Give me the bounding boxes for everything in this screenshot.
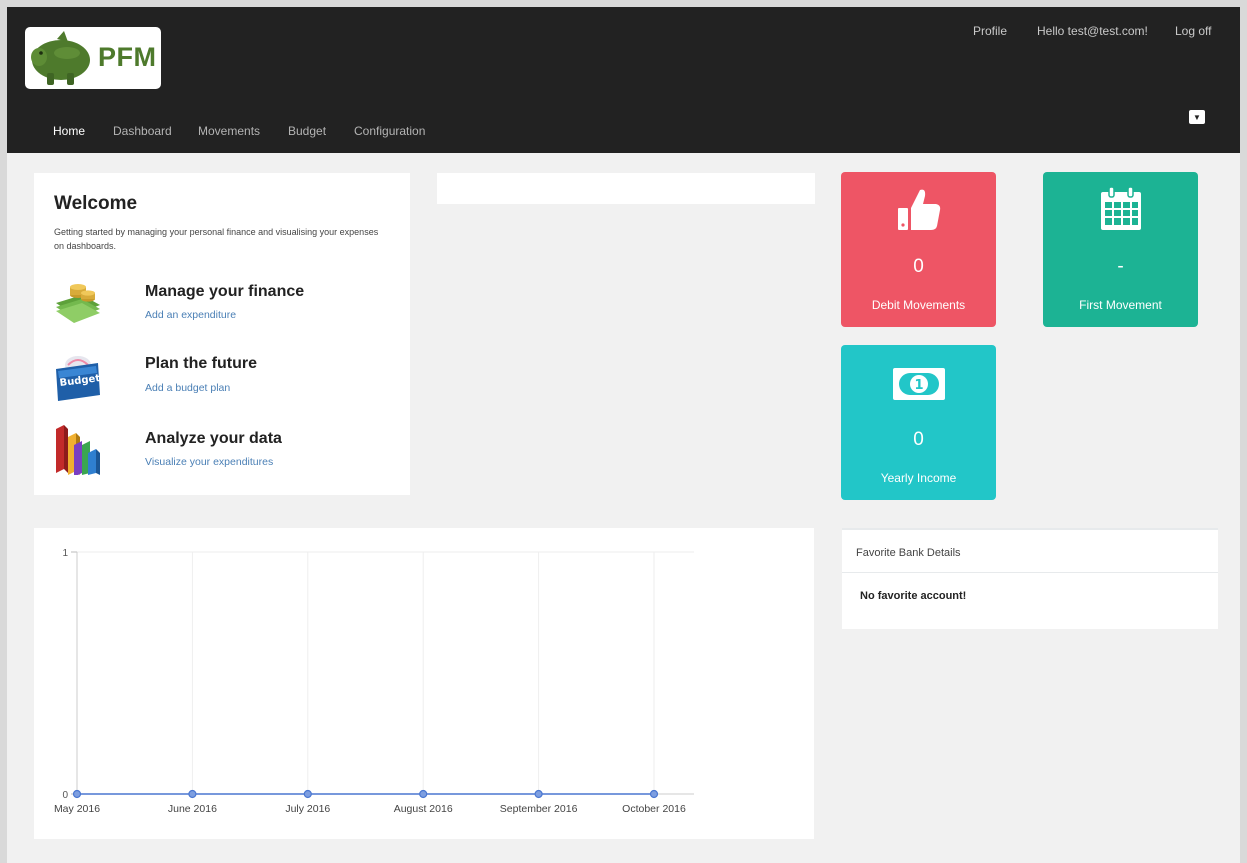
data-point <box>419 789 428 799</box>
yearly-income-value: 0 <box>913 429 924 450</box>
money-bill-icon: 1 <box>892 368 945 400</box>
movements-line-chart: 0 1 May 2016 June 2016 July 2016 August 2016 S… <box>54 548 694 815</box>
debit-movements-tile[interactable]: 0 Debit Movements <box>841 172 996 327</box>
welcome-description: Getting started by managing your persona… <box>54 227 379 251</box>
budget-folder-icon: Budget <box>56 356 101 401</box>
movements-chart-panel: 0 1 May 2016 June 2016 July 2016 August 2016 S… <box>34 528 814 839</box>
x-tick-label: October 2016 <box>622 803 686 815</box>
nav-budget[interactable]: Budget <box>288 124 326 138</box>
yearly-income-tile[interactable]: 1 0 Yearly Income <box>841 345 996 500</box>
feature-title-analyze: Analyze your data <box>145 430 282 447</box>
x-tick-label: May 2016 <box>54 803 100 815</box>
svg-text:1: 1 <box>914 378 923 393</box>
user-greeting-link[interactable]: Hello test@test.com! <box>1037 24 1148 38</box>
debit-movements-label: Debit Movements <box>871 298 966 312</box>
add-budget-plan-link[interactable]: Add a budget plan <box>145 382 230 394</box>
data-point <box>72 789 82 799</box>
x-tick-label: June 2016 <box>168 803 217 815</box>
feature-title-plan: Plan the future <box>145 355 258 372</box>
data-point <box>303 789 312 799</box>
data-point <box>188 789 197 799</box>
bar-chart-icon <box>56 425 100 475</box>
first-movement-tile[interactable]: - First Movement <box>1043 172 1198 327</box>
data-point <box>534 789 543 799</box>
visualize-expenditures-link[interactable]: Visualize your expenditures <box>145 456 273 468</box>
data-point <box>649 789 659 799</box>
profile-link[interactable]: Profile <box>973 24 1007 38</box>
favorite-bank-panel: Favorite Bank Details No favorite accoun… <box>842 528 1218 629</box>
no-favorite-account-message: No favorite account! <box>860 590 967 602</box>
x-tick-label: September 2016 <box>500 803 578 815</box>
logoff-link[interactable]: Log off <box>1175 24 1211 38</box>
money-stack-icon <box>56 284 100 323</box>
top-navbar: PFM Profile Hello test@test.com! Log off… <box>7 7 1240 153</box>
debit-movements-value: 0 <box>913 256 924 277</box>
welcome-title: Welcome <box>54 193 138 214</box>
nav-dashboard[interactable]: Dashboard <box>113 124 172 138</box>
nav-home[interactable]: Home <box>53 124 85 138</box>
nav-configuration[interactable]: Configuration <box>354 124 425 138</box>
nav-movements[interactable]: Movements <box>198 124 260 138</box>
app-logo[interactable]: PFM <box>25 27 161 89</box>
panel-divider <box>842 572 1218 573</box>
y-tick-label: 1 <box>62 548 68 559</box>
y-tick-label: 0 <box>62 790 68 801</box>
first-movement-value: - <box>1117 256 1124 277</box>
caret-down-icon: ▼ <box>1193 112 1201 122</box>
yearly-income-label: Yearly Income <box>880 471 957 485</box>
header-dropdown-button[interactable]: ▼ <box>1189 110 1205 124</box>
x-tick-label: August 2016 <box>394 803 453 815</box>
thumbs-up-icon <box>897 189 940 230</box>
empty-panel <box>437 173 815 204</box>
favorite-bank-title: Favorite Bank Details <box>856 547 961 559</box>
piggy-bank-icon <box>31 31 90 85</box>
calendar-icon <box>1100 186 1141 230</box>
feature-title-finance: Manage your finance <box>145 283 305 300</box>
logo-text: PFM <box>98 42 157 72</box>
welcome-panel: Welcome Getting started by managing your… <box>34 173 410 495</box>
x-tick-label: July 2016 <box>285 803 330 815</box>
add-expenditure-link[interactable]: Add an expenditure <box>145 309 236 321</box>
first-movement-label: First Movement <box>1079 298 1162 312</box>
app-frame: PFM Profile Hello test@test.com! Log off… <box>7 7 1240 863</box>
